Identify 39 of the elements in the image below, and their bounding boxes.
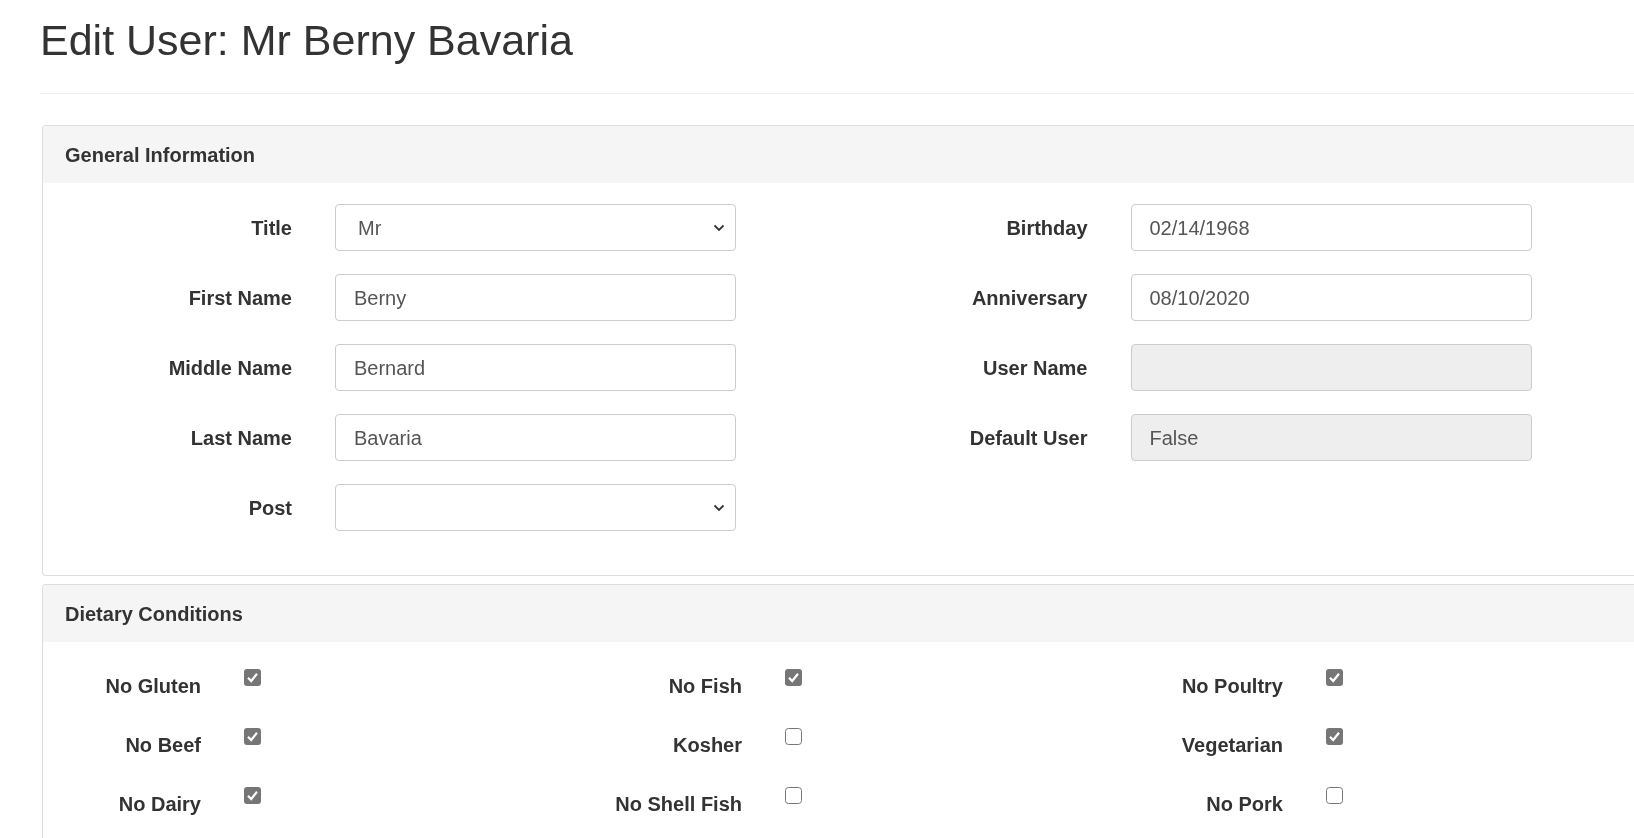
text-field[interactable]: Berny: [335, 274, 736, 321]
checkbox-label: No Fish: [667, 674, 742, 699]
field-label: First Name: [187, 285, 292, 311]
checked-checkbox-icon[interactable]: [244, 669, 261, 686]
field-label: Title: [250, 215, 292, 241]
page-title: Edit User: Mr Berny Bavaria: [40, 17, 574, 64]
field-label: Birthday: [1005, 215, 1088, 241]
field-label: Middle Name: [167, 355, 292, 381]
field-label: Last Name: [189, 425, 292, 451]
checked-checkbox-icon[interactable]: [785, 669, 802, 686]
checked-checkbox-icon[interactable]: [244, 728, 261, 745]
panel-title: General Information: [65, 142, 256, 168]
text-field[interactable]: 08/10/2020: [1130, 274, 1532, 321]
checkbox-label: Vegetarian: [1180, 733, 1283, 758]
checkbox-label: No Poultry: [1180, 674, 1283, 699]
text-field[interactable]: Bavaria: [335, 414, 736, 461]
field-label: User Name: [982, 355, 1088, 381]
empty-checkbox-icon[interactable]: [785, 728, 802, 745]
select-field[interactable]: [335, 484, 736, 531]
chevron-down-icon: [713, 503, 725, 512]
empty-checkbox-icon[interactable]: [785, 787, 802, 804]
text-field[interactable]: Bernard: [335, 344, 736, 391]
chevron-down-icon: [713, 223, 725, 232]
checkbox-label: No Shell Fish: [614, 792, 742, 817]
field-label: Default User: [968, 425, 1088, 451]
field-label: Post: [247, 495, 292, 521]
checkbox-label: Kosher: [672, 733, 742, 758]
checkbox-label: No Dairy: [117, 792, 201, 817]
select-field[interactable]: Mr: [335, 204, 736, 251]
empty-checkbox-icon[interactable]: [1326, 787, 1343, 804]
checked-checkbox-icon[interactable]: [1326, 728, 1343, 745]
field-label: Anniversary: [970, 285, 1088, 311]
checked-checkbox-icon[interactable]: [1326, 669, 1343, 686]
panel-title: Dietary Conditions: [65, 601, 243, 627]
checked-checkbox-icon[interactable]: [244, 787, 261, 804]
checkbox-label: No Gluten: [104, 674, 201, 699]
checkbox-label: No Beef: [124, 733, 201, 758]
checkbox-label: No Pork: [1205, 792, 1283, 817]
text-field[interactable]: 02/14/1968: [1130, 204, 1532, 251]
